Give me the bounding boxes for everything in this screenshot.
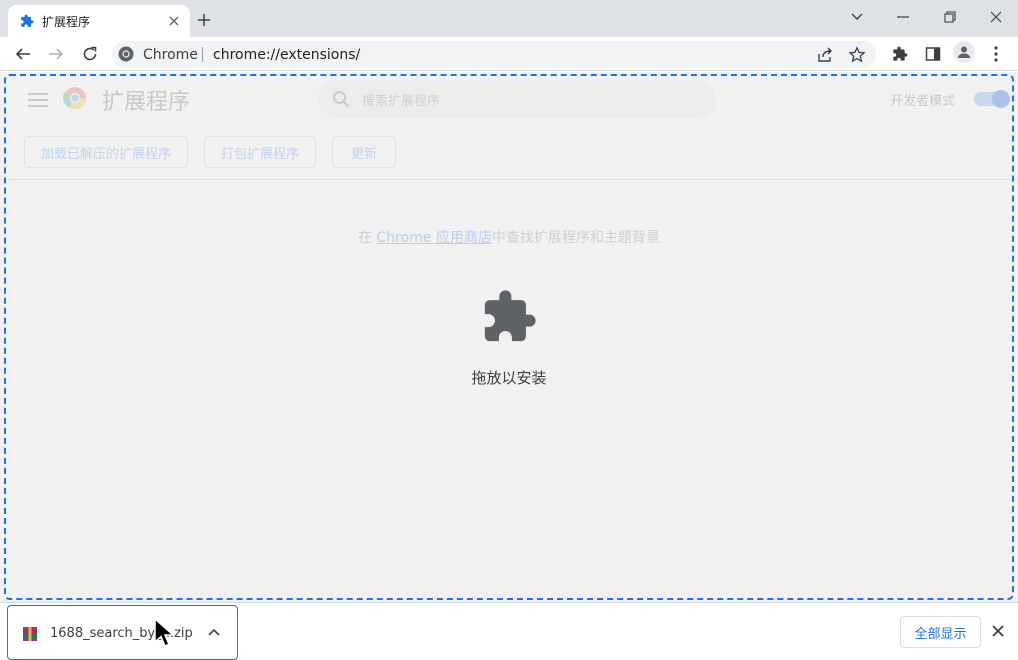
browser-toolbar: Chrome chrome://extensions/ [0, 37, 1018, 71]
tab-close-icon[interactable] [166, 13, 182, 29]
restore-button[interactable] [938, 6, 962, 28]
back-button[interactable] [11, 42, 35, 66]
tab-extensions[interactable]: 扩展程序 [8, 5, 190, 37]
archive-file-icon [23, 627, 37, 641]
tab-title: 扩展程序 [42, 15, 91, 29]
extensions-puzzle-icon[interactable] [888, 42, 912, 66]
address-bar[interactable]: Chrome chrome://extensions/ [112, 41, 876, 68]
download-item[interactable]: 1688_search_by_...zip [7, 605, 238, 660]
puzzle-icon [484, 290, 536, 342]
url-text[interactable]: chrome://extensions/ [213, 47, 360, 63]
download-shelf: 1688_search_by_...zip 全部显示 [0, 602, 1018, 660]
profile-avatar-icon[interactable] [953, 41, 975, 63]
drop-to-install-label: 拖放以安装 [471, 369, 547, 387]
new-tab-button[interactable] [194, 10, 214, 30]
omnibox-divider [202, 47, 203, 62]
chrome-site-icon [118, 46, 134, 62]
site-label: Chrome [143, 47, 198, 63]
side-panel-icon[interactable] [921, 42, 945, 66]
close-icon[interactable] [989, 622, 1007, 640]
window-close-button[interactable] [984, 6, 1008, 28]
extensions-page: 扩展程序 搜索扩展程序 开发者模式 加载已解压的扩展程序 打包扩展程序 更新 在… [0, 72, 1018, 602]
mouse-cursor-icon [154, 618, 175, 647]
chevron-up-icon[interactable] [206, 624, 222, 640]
puzzle-icon [21, 14, 34, 27]
minimize-button[interactable] [891, 6, 915, 28]
tab-strip: 扩展程序 [0, 0, 1018, 37]
reload-button[interactable] [78, 42, 102, 66]
show-all-button[interactable]: 全部显示 [900, 616, 981, 648]
bookmark-star-icon[interactable] [848, 46, 866, 64]
forward-button[interactable] [44, 42, 68, 66]
share-icon[interactable] [816, 46, 834, 64]
tab-search-chevron-icon[interactable] [845, 6, 869, 28]
more-menu-icon[interactable] [984, 42, 1008, 66]
